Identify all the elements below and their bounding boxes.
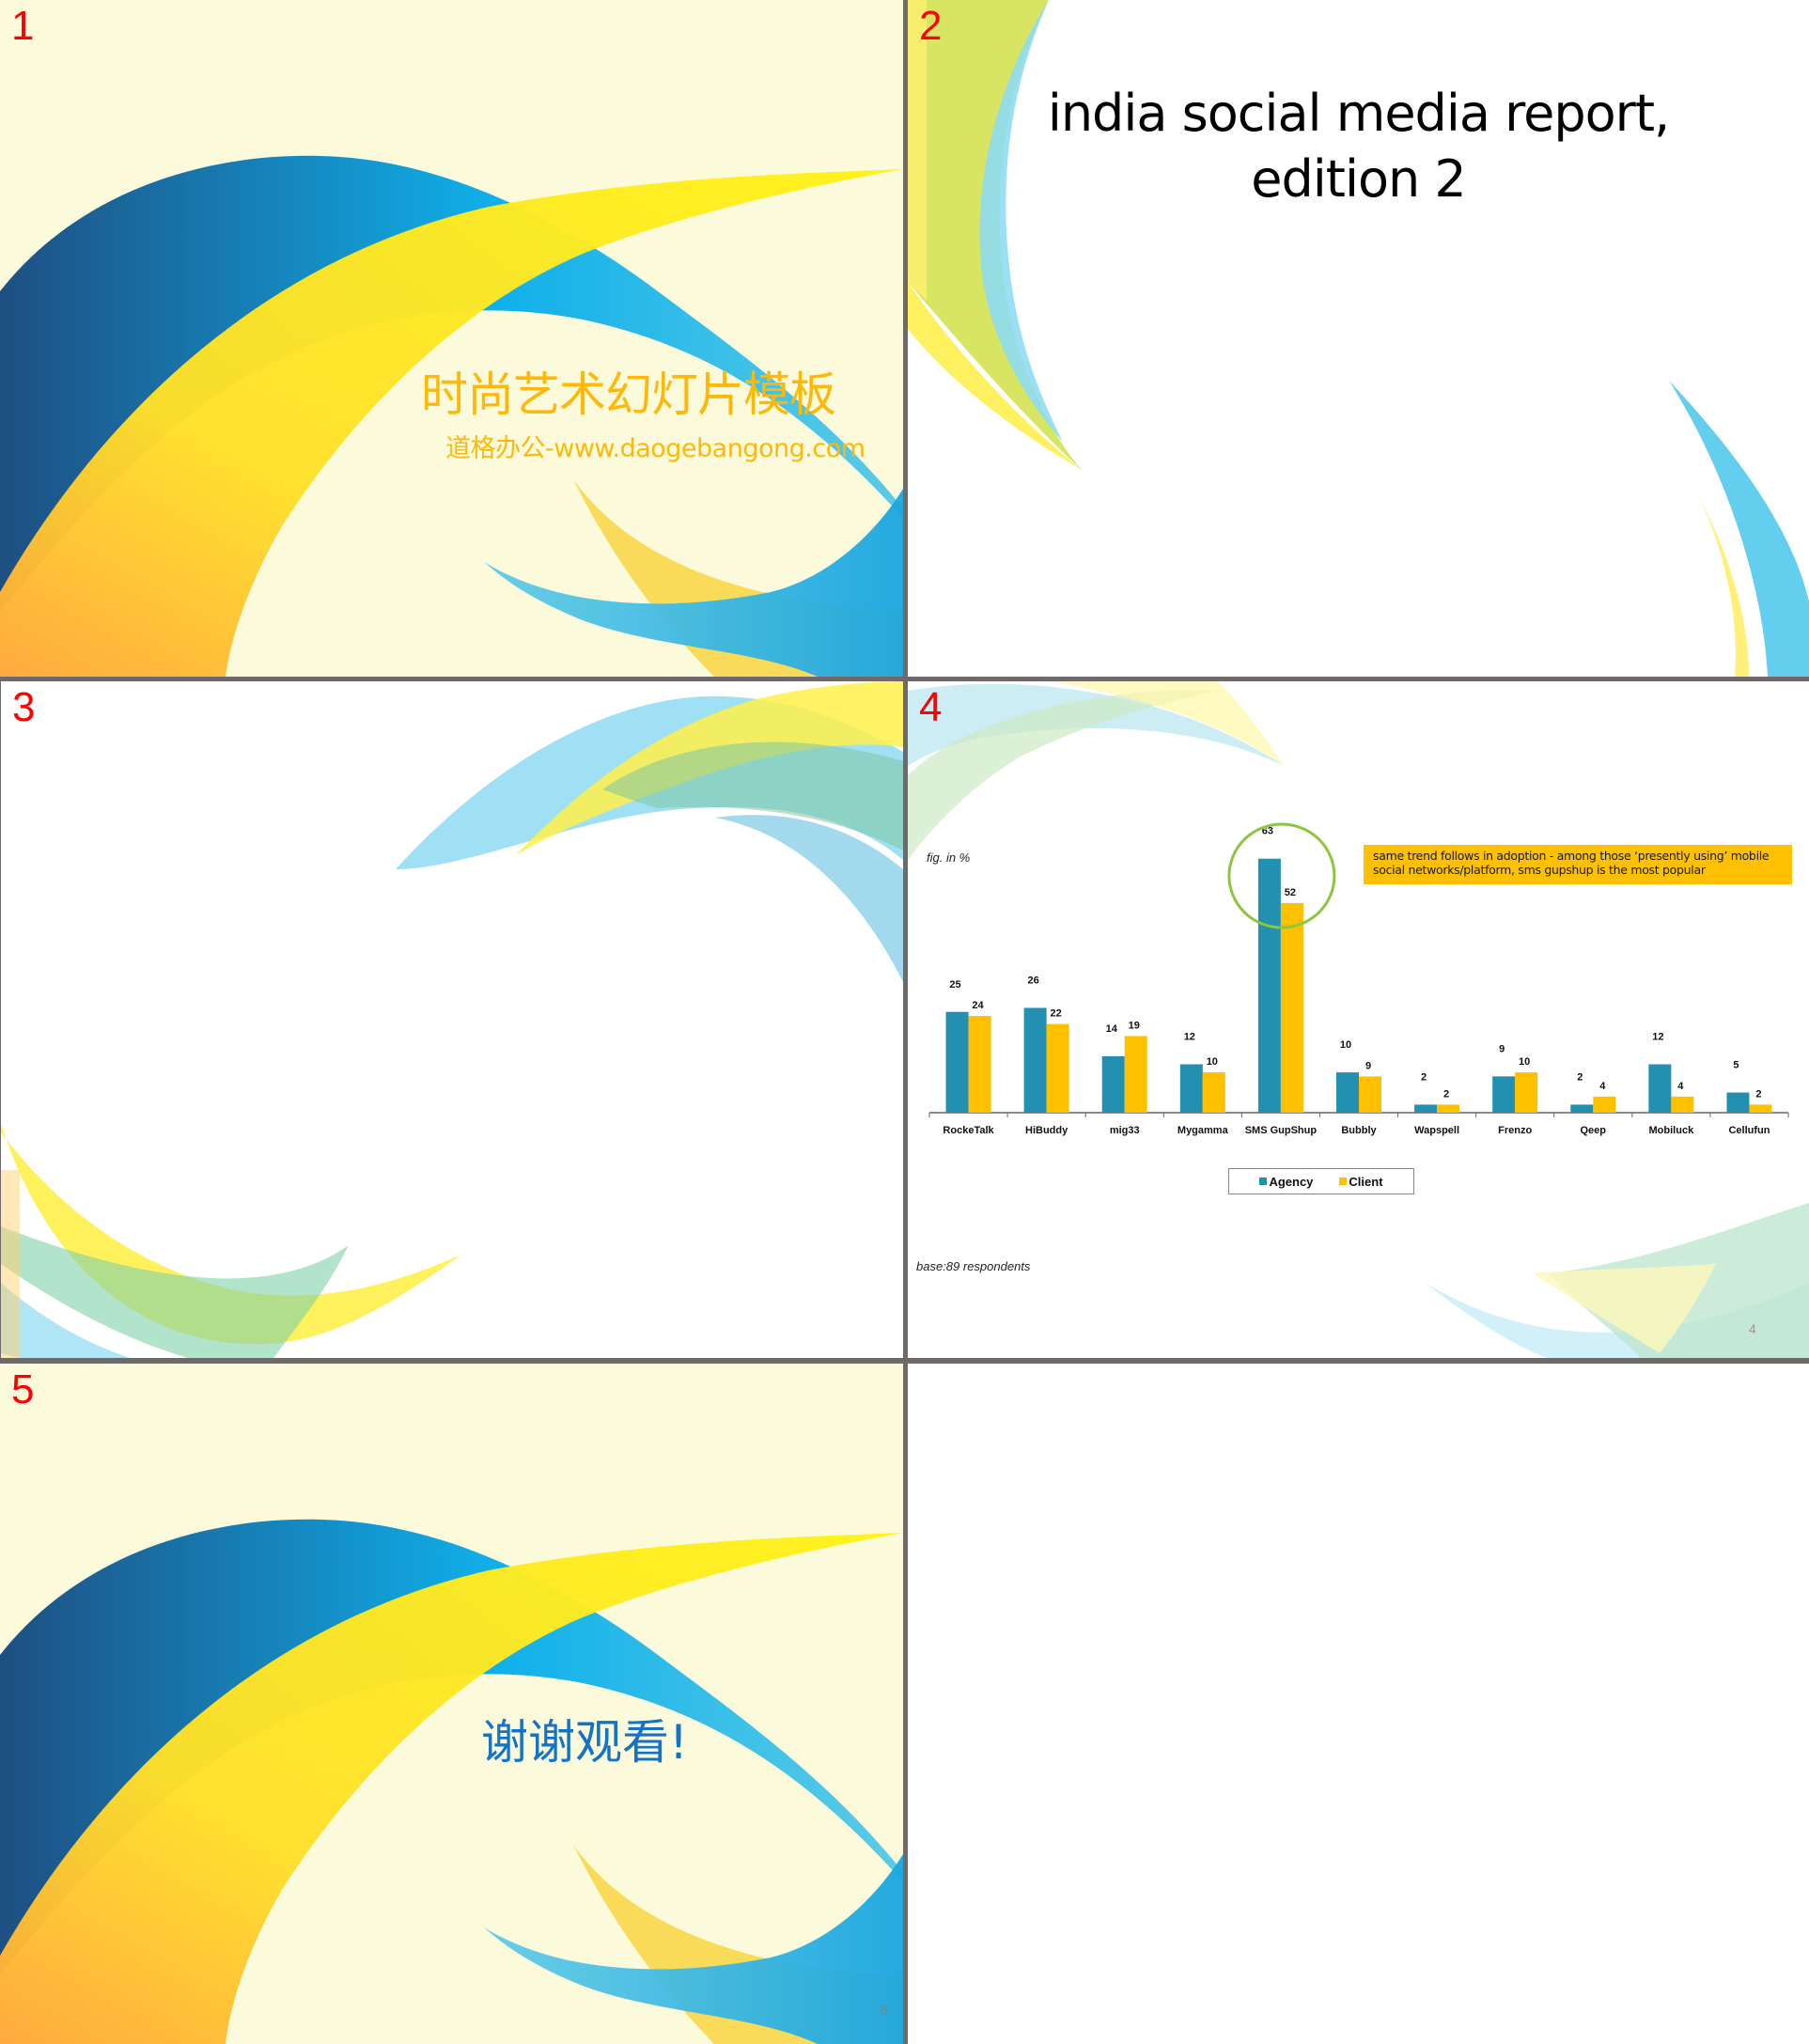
slide-3-swoosh-background xyxy=(1,681,903,1358)
bar-agency xyxy=(1101,1055,1125,1113)
x-tick-label: HiBuddy xyxy=(1025,1125,1068,1136)
legend-swatch-agency xyxy=(1259,1178,1268,1185)
slide-title-line-1: india social media report, xyxy=(1047,84,1670,143)
slide-3[interactable]: 3 xyxy=(1,681,903,1358)
slide-number: 4 xyxy=(919,684,943,730)
bar-agency xyxy=(1257,858,1281,1113)
data-label-agency: 25 xyxy=(949,979,960,991)
x-tick-label: Cellufun xyxy=(1728,1125,1770,1136)
slide-subtitle: 道格办公-www.daogebangong.com xyxy=(445,434,866,463)
legend-label-client: Client xyxy=(1349,1174,1383,1189)
slide-title-line-2: edition 2 xyxy=(1251,149,1466,209)
page-number: 5 xyxy=(881,2003,888,2018)
slide-number: 2 xyxy=(919,3,943,49)
x-tick-label: RockeTalk xyxy=(943,1125,994,1136)
data-label-client: 4 xyxy=(1677,1081,1684,1092)
figure-unit-note: fig. in % xyxy=(927,850,971,865)
slide-2[interactable]: 2 india social media report, edition 2 xyxy=(908,0,1809,677)
empty-slot xyxy=(908,1364,1809,2044)
slide-1-swoosh-background xyxy=(0,155,903,677)
bar-client xyxy=(1124,1036,1147,1113)
page-number: 4 xyxy=(1749,1321,1756,1336)
bar-client xyxy=(1202,1072,1225,1113)
bar-agency xyxy=(1336,1072,1359,1113)
data-label-agency: 26 xyxy=(1028,975,1039,986)
legend-item-client: Client xyxy=(1339,1174,1383,1189)
bar-agency xyxy=(1492,1076,1516,1113)
data-label-client: 10 xyxy=(1519,1056,1530,1068)
data-label-client: 19 xyxy=(1129,1020,1140,1031)
legend-swatch-client xyxy=(1339,1178,1348,1185)
bar-agency xyxy=(1023,1007,1047,1113)
x-tick-label: mig33 xyxy=(1110,1125,1140,1136)
bar-client xyxy=(1280,902,1303,1113)
bar-agency xyxy=(945,1011,969,1113)
slide-number: 3 xyxy=(12,684,36,730)
data-label-agency: 5 xyxy=(1733,1060,1739,1071)
base-respondents-note: base:89 respondents xyxy=(916,1259,1031,1273)
x-tick-label: Wapspell xyxy=(1414,1125,1459,1136)
slide-1[interactable]: 1 时尚艺术幻灯片模板 道格办公-www.daogebangong.com xyxy=(0,0,903,677)
slide-4[interactable]: 4 fig. in % same trend follows in adopti… xyxy=(908,681,1809,1358)
x-tick-label: Mobiluck xyxy=(1649,1125,1695,1136)
bar-client xyxy=(1437,1104,1460,1113)
slide-5[interactable]: 5 5 xyxy=(0,1364,903,2044)
data-label-agency: 12 xyxy=(1652,1032,1663,1043)
data-label-agency: 10 xyxy=(1340,1039,1351,1051)
x-tick-label: Mygamma xyxy=(1177,1125,1229,1136)
bar-agency xyxy=(1726,1092,1750,1113)
data-label-agency: 2 xyxy=(1577,1071,1583,1083)
insight-callout: same trend follows in adoption - among t… xyxy=(1364,845,1792,884)
legend-item-agency: Agency xyxy=(1259,1175,1313,1189)
data-label-client: 24 xyxy=(972,1000,984,1011)
x-tick-label: SMS GupShup xyxy=(1245,1125,1318,1136)
bar-client xyxy=(1593,1096,1616,1113)
data-label-client: 22 xyxy=(1051,1008,1062,1020)
bar-agency xyxy=(1648,1064,1672,1113)
x-tick-label: Qeep xyxy=(1581,1125,1607,1136)
bar-agency xyxy=(1570,1104,1594,1113)
chart-legend: Agency Client xyxy=(1228,1168,1414,1194)
slide-5-swoosh-background xyxy=(0,1519,903,2044)
data-label-client: 52 xyxy=(1285,887,1296,898)
bar-chart: RockeTalk2524HiBuddy2622mig3314 19Mygamma… xyxy=(928,822,1789,1136)
data-label-client: 2 xyxy=(1443,1088,1449,1100)
bar-client xyxy=(1359,1076,1381,1113)
x-tick-label: Frenzo xyxy=(1498,1125,1532,1136)
slide-title: 时尚艺术幻灯片模板 xyxy=(421,367,836,422)
x-tick-label: Bubbly xyxy=(1341,1125,1377,1136)
slide-number: 1 xyxy=(11,3,35,49)
thank-you-text: 谢谢观看! xyxy=(481,1715,689,1770)
legend-label-agency: Agency xyxy=(1269,1174,1314,1189)
bar-client xyxy=(1046,1023,1069,1113)
data-label-agency: 12 xyxy=(1184,1032,1195,1043)
bar-agency xyxy=(1414,1104,1438,1113)
data-label-agency: 14 xyxy=(1106,1023,1118,1035)
bar-client xyxy=(968,1016,991,1113)
data-label-client: 10 xyxy=(1207,1056,1218,1068)
data-label-client: 9 xyxy=(1365,1060,1371,1071)
slide-title: india social media report, edition 2 xyxy=(908,81,1809,212)
bar-agency xyxy=(1179,1064,1203,1113)
slide-number: 5 xyxy=(11,1366,35,1412)
data-label-client: 4 xyxy=(1599,1081,1606,1092)
bar-client xyxy=(1671,1096,1694,1113)
data-label-agency: 9 xyxy=(1499,1043,1505,1054)
bar-client xyxy=(1749,1104,1772,1113)
bar-client xyxy=(1515,1072,1538,1113)
data-label-client: 2 xyxy=(1755,1088,1761,1100)
data-label-agency: 2 xyxy=(1421,1071,1427,1083)
